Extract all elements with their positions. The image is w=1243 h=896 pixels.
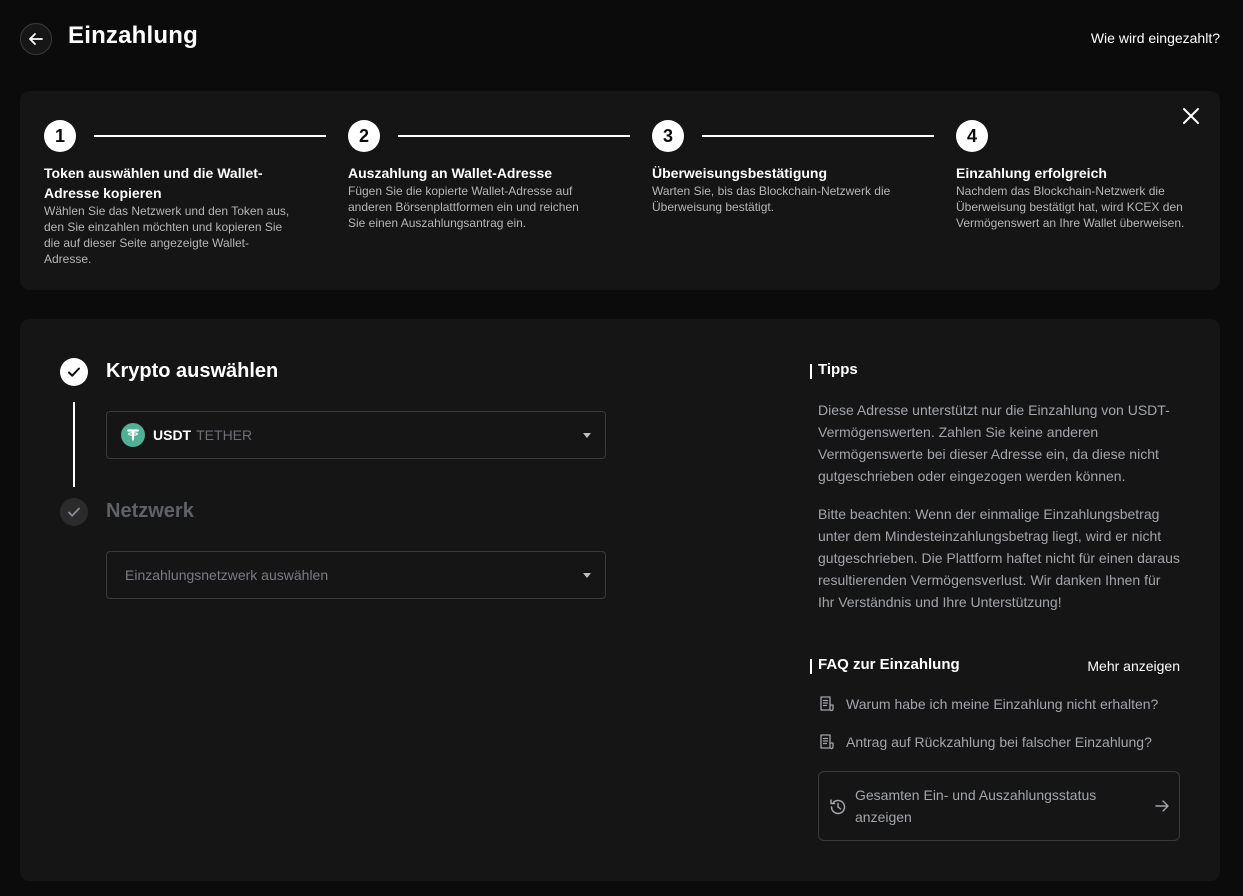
arrow-left-icon bbox=[29, 33, 43, 45]
faq-item[interactable]: Antrag auf Rückzahlung bei falscher Einz… bbox=[818, 733, 1152, 751]
progress-line bbox=[73, 402, 75, 487]
step-title: Auszahlung an Wallet-Adresse bbox=[348, 165, 553, 181]
status-link-label: Gesamten Ein- und Auszahlungsstatus anze… bbox=[855, 787, 1097, 825]
step-description: Fügen Sie die kopierte Wallet-Adresse au… bbox=[348, 184, 579, 230]
step-2: 2 Auszahlung an Wallet-Adresse Fügen Sie… bbox=[348, 120, 630, 231]
step-number: 3 bbox=[652, 120, 684, 152]
step-connector bbox=[398, 135, 630, 137]
deposit-form-card: Krypto auswählen USDT TETHER Netzwerk Ei… bbox=[20, 319, 1220, 881]
step-title: Einzahlung erfolgreich bbox=[956, 165, 1107, 181]
document-icon bbox=[820, 734, 834, 750]
caret-down-icon bbox=[583, 433, 591, 438]
steps-card: 1 Token auswählen und die Wallet-Adresse… bbox=[20, 91, 1220, 290]
step-number: 2 bbox=[348, 120, 380, 152]
step-title: Token auswählen und die Wallet-Adresse k… bbox=[44, 165, 263, 201]
step-title: Überweisungsbestätigung bbox=[652, 165, 828, 181]
faq-item-label: Antrag auf Rückzahlung bei falscher Einz… bbox=[846, 734, 1152, 750]
step-4: 4 Einzahlung erfolgreich Nachdem das Blo… bbox=[956, 120, 1206, 231]
step-number: 1 bbox=[44, 120, 76, 152]
step-number: 4 bbox=[956, 120, 988, 152]
check-icon bbox=[68, 367, 80, 377]
page-title: Einzahlung bbox=[68, 22, 198, 49]
step-description: Warten Sie, bis das Blockchain-Netzwerk … bbox=[652, 184, 891, 214]
crypto-select[interactable]: USDT TETHER bbox=[106, 411, 606, 459]
arrow-right-icon bbox=[1155, 800, 1169, 812]
heading-accent-bar bbox=[810, 659, 812, 674]
check-icon bbox=[68, 507, 80, 517]
tips-paragraph: Diese Adresse unterstützt nur die Einzah… bbox=[818, 402, 1170, 484]
faq-item-label: Warum habe ich meine Einzahlung nicht er… bbox=[846, 696, 1159, 712]
step-description: Nachdem das Blockchain-Netzwerk die Über… bbox=[956, 184, 1185, 230]
heading-accent-bar bbox=[810, 364, 812, 379]
faq-title: FAQ zur Einzahlung bbox=[818, 656, 960, 673]
history-icon bbox=[830, 799, 846, 815]
tips-paragraph: Bitte beachten: Wenn der einmalige Einza… bbox=[818, 506, 1180, 610]
step-complete-indicator bbox=[60, 358, 88, 386]
show-more-link[interactable]: Mehr anzeigen bbox=[1087, 658, 1180, 674]
step-connector bbox=[94, 135, 326, 137]
document-icon bbox=[820, 696, 834, 712]
how-to-deposit-link[interactable]: Wie wird eingezahlt? bbox=[1091, 30, 1220, 46]
view-status-button[interactable]: Gesamten Ein- und Auszahlungsstatus anze… bbox=[818, 771, 1180, 841]
deposit-page: Einzahlung Wie wird eingezahlt? 1 Token … bbox=[0, 0, 1243, 896]
token-name: TETHER bbox=[196, 427, 253, 443]
network-select-placeholder: Einzahlungsnetzwerk auswählen bbox=[125, 567, 329, 583]
network-select[interactable]: Einzahlungsnetzwerk auswählen bbox=[106, 551, 606, 599]
token-symbol: USDT bbox=[153, 427, 192, 443]
step-pending-indicator bbox=[60, 498, 88, 526]
crypto-section-title: Krypto auswählen bbox=[106, 360, 279, 382]
faq-item[interactable]: Warum habe ich meine Einzahlung nicht er… bbox=[818, 695, 1158, 713]
tips-title: Tipps bbox=[818, 361, 858, 378]
step-3: 3 Überweisungsbestätigung Warten Sie, bi… bbox=[652, 120, 934, 215]
back-button[interactable] bbox=[20, 23, 52, 55]
network-section-title: Netzwerk bbox=[106, 500, 194, 522]
step-description: Wählen Sie das Netzwerk und den Token au… bbox=[44, 204, 290, 266]
caret-down-icon bbox=[583, 573, 591, 578]
tether-icon bbox=[121, 423, 145, 447]
step-connector bbox=[702, 135, 934, 137]
step-1: 1 Token auswählen und die Wallet-Adresse… bbox=[44, 120, 326, 267]
